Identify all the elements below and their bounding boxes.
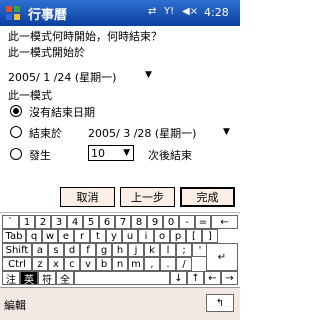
key[interactable]: x (48, 257, 64, 271)
arrow-left-key[interactable]: ← (204, 271, 221, 285)
key[interactable]: k (144, 243, 160, 257)
key[interactable]: r (74, 229, 90, 243)
key[interactable]: ; (176, 243, 192, 257)
question-text: 此一模式何時開始，何時結束？ (8, 30, 162, 43)
key[interactable]: e (58, 229, 74, 243)
key[interactable]: q (26, 229, 42, 243)
key[interactable]: 3 (51, 215, 67, 229)
key[interactable]: , (144, 257, 160, 271)
key[interactable]: ` (2, 215, 19, 229)
key[interactable]: d (64, 243, 80, 257)
key[interactable]: 5 (83, 215, 99, 229)
key-english[interactable]: 英 (20, 271, 38, 286)
button-bar: 取消 上一步 完成 (0, 186, 240, 212)
key[interactable]: y (106, 229, 122, 243)
signal-icon[interactable]: Y! (164, 6, 174, 17)
key[interactable]: [ (186, 229, 202, 243)
key[interactable]: j (128, 243, 144, 257)
key[interactable]: w (42, 229, 58, 243)
key[interactable]: a (32, 243, 48, 257)
speaker-icon[interactable]: ◀× (182, 6, 198, 17)
end-after-label: 發生 (29, 149, 51, 162)
chevron-down-icon[interactable]: ▼ (145, 70, 152, 80)
menu-bar: 編輯 ↰ (0, 287, 240, 320)
key[interactable]: 2 (35, 215, 51, 229)
end-by-label: 結束於 (29, 127, 62, 140)
start-label: 此一模式開始於 (8, 46, 85, 59)
radio-no-end-date[interactable] (10, 105, 22, 117)
key[interactable]: b (96, 257, 112, 271)
recurrence-form: 此一模式何時開始，何時結束？ 此一模式開始於 2005/ 1 /24 (星期一)… (0, 26, 240, 212)
title-bar: 行事曆 ⇄ Y! ◀× 4:28 (0, 0, 240, 26)
key[interactable]: l (160, 243, 176, 257)
arrow-up-key[interactable]: ↑ (187, 271, 204, 285)
enter-key[interactable]: ↵ (206, 243, 238, 271)
key[interactable]: . (160, 257, 176, 271)
key[interactable]: 9 (147, 215, 163, 229)
chevron-down-icon[interactable]: ▼ (223, 127, 230, 137)
shift-key[interactable]: Shift (2, 243, 32, 257)
key[interactable]: / (176, 257, 192, 271)
chevron-down-icon: ▼ (123, 148, 130, 158)
connectivity-icon[interactable]: ⇄ (148, 6, 156, 17)
key[interactable]: f (80, 243, 96, 257)
key[interactable]: 8 (131, 215, 147, 229)
key[interactable]: s (48, 243, 64, 257)
key[interactable]: 4 (67, 215, 83, 229)
key[interactable]: v (80, 257, 96, 271)
key[interactable]: 7 (115, 215, 131, 229)
radio-end-by[interactable] (10, 126, 22, 138)
cancel-button[interactable]: 取消 (60, 187, 115, 207)
key[interactable]: z (32, 257, 48, 271)
radio-end-after[interactable] (10, 148, 22, 160)
no-end-date-label: 沒有結束日期 (29, 106, 95, 119)
soft-keyboard: ` 1 2 3 4 5 6 7 8 9 0 - = ← Tab q w e r … (0, 212, 240, 286)
backspace-key[interactable]: ← (211, 215, 238, 229)
key[interactable]: n (112, 257, 128, 271)
key[interactable]: 0 (163, 215, 179, 229)
back-button[interactable]: 上一步 (120, 187, 175, 207)
arrow-down-key[interactable]: ↓ (170, 271, 187, 285)
windows-start-icon[interactable] (3, 3, 23, 23)
ctrl-key[interactable]: Ctrl (2, 257, 32, 271)
key[interactable]: p (170, 229, 186, 243)
key[interactable]: ] (202, 229, 218, 243)
start-date-field[interactable]: 2005/ 1 /24 (星期一) (8, 69, 116, 85)
key[interactable]: 6 (99, 215, 115, 229)
key[interactable]: = (195, 215, 211, 229)
occurrence-count-select[interactable]: 10 ▼ (88, 145, 134, 161)
key[interactable]: h (112, 243, 128, 257)
key[interactable]: t (90, 229, 106, 243)
key-fullwidth[interactable]: 全 (56, 271, 74, 286)
key-symbols[interactable]: 符 (38, 271, 56, 286)
key[interactable]: m (128, 257, 144, 271)
key[interactable]: o (154, 229, 170, 243)
finish-button[interactable]: 完成 (180, 187, 235, 207)
occurrence-count-value: 10 (91, 146, 105, 160)
key-zhuyin[interactable]: 注 (2, 271, 20, 286)
key[interactable]: - (179, 215, 195, 229)
key[interactable]: 1 (19, 215, 35, 229)
end-date-value[interactable]: 2005/ 3 /28 (星期一) (88, 125, 196, 141)
key[interactable]: g (96, 243, 112, 257)
key[interactable]: u (122, 229, 138, 243)
key[interactable]: c (64, 257, 80, 271)
app-title: 行事曆 (28, 8, 68, 23)
space-key[interactable] (74, 271, 170, 285)
key[interactable]: i (138, 229, 154, 243)
clock[interactable]: 4:28 (204, 6, 229, 19)
tab-key[interactable]: Tab (2, 229, 26, 243)
edit-menu[interactable]: 編輯 (4, 297, 26, 313)
keyboard-toggle-icon[interactable]: ↰ (206, 294, 234, 312)
arrow-right-key[interactable]: → (221, 271, 238, 285)
pattern-label: 此一模式 (8, 89, 52, 102)
occurrences-suffix: 次後結束 (148, 149, 192, 162)
start-date-value: 2005/ 1 /24 (星期一) (8, 71, 117, 84)
